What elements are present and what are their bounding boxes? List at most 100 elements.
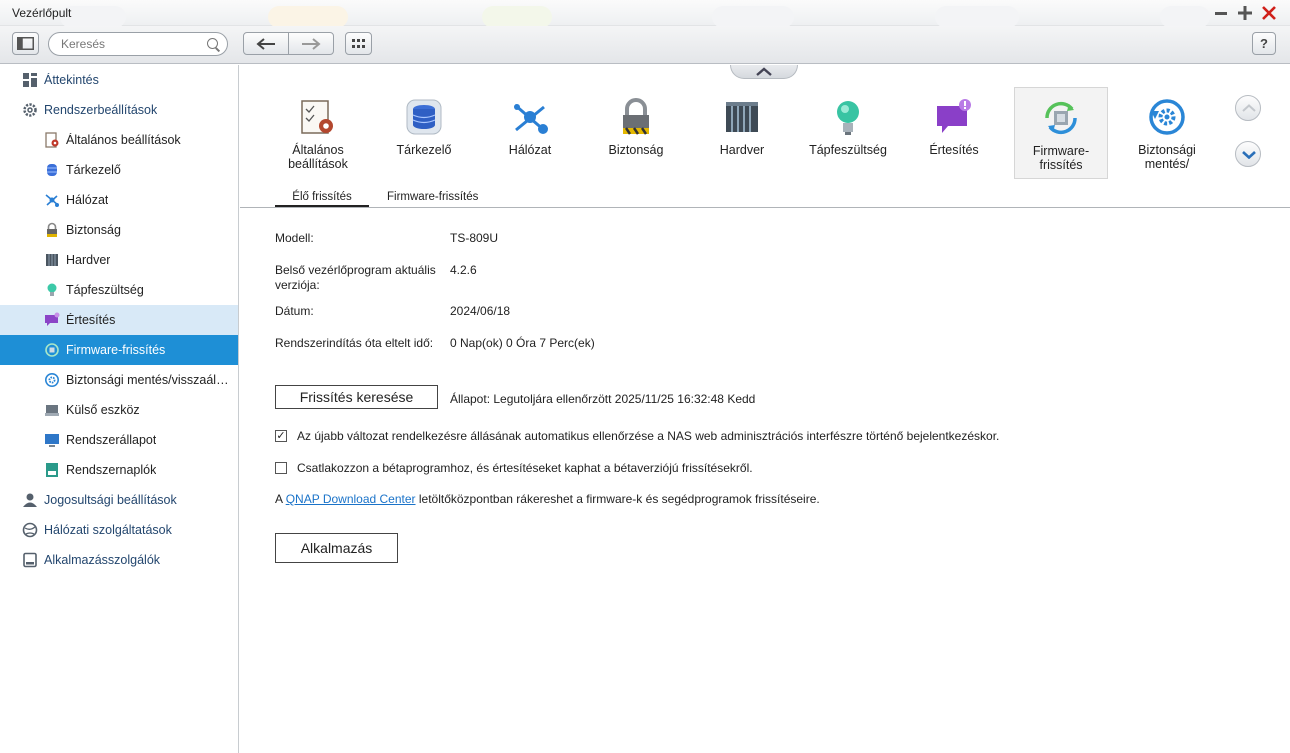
subtab-bar: Élő frissítés Firmware-frissítés [240, 185, 1290, 208]
sidebar-item-firmware-update[interactable]: Firmware-frissítés [0, 335, 238, 365]
window-title: Vezérlőpult [12, 6, 72, 20]
lightbulb-icon [837, 101, 859, 135]
sidebar-item-power[interactable]: Tápfeszültség [0, 275, 238, 305]
download-center-note: A QNAP Download Center letöltőközpontban… [275, 492, 820, 506]
sidebar: Áttekintés Rendszerbeállítások Általános… [0, 65, 239, 753]
close-button[interactable] [1259, 3, 1279, 23]
title-bar: Vezérlőpult [0, 0, 1290, 28]
help-button[interactable]: ? [1252, 32, 1276, 55]
sidebar-item-storage-manager[interactable]: Tárkezelő [0, 155, 238, 185]
chevron-down-icon [1242, 151, 1256, 159]
model-value: TS-809U [450, 231, 499, 245]
scroll-down-button[interactable] [1235, 141, 1261, 167]
sidebar-item-application-servers[interactable]: Alkalmazásszolgálók [0, 545, 238, 575]
grid-icon [352, 39, 365, 48]
auto-check-checkbox[interactable]: ✓ [275, 430, 287, 442]
globe-icon [22, 522, 38, 538]
icon-notification[interactable]: Értesítés [907, 87, 1001, 179]
checkmark-icon: ✓ [276, 430, 286, 442]
external-device-icon [45, 405, 59, 416]
sidebar-item-network-services[interactable]: Hálózati szolgáltatások [0, 515, 238, 545]
beta-program-checkbox[interactable] [275, 462, 287, 474]
lightbulb-icon [47, 283, 57, 296]
plus-icon [1238, 6, 1252, 20]
icon-power[interactable]: Tápfeszültség [801, 87, 895, 179]
background-decoration [268, 6, 348, 28]
backup-restore-icon [1149, 99, 1185, 135]
back-button[interactable] [243, 32, 289, 55]
sidebar-item-system-settings[interactable]: Rendszerbeállítások [0, 95, 238, 125]
forward-button[interactable] [288, 32, 334, 55]
sidebar-item-notification[interactable]: Értesítés [0, 305, 238, 335]
sidebar-item-overview[interactable]: Áttekintés [0, 65, 238, 95]
sidebar-item-system-status[interactable]: Rendszerállapot [0, 425, 238, 455]
hardware-icon [46, 254, 58, 266]
icon-network[interactable]: Hálózat [483, 87, 577, 179]
toggle-sidebar-button[interactable] [12, 32, 39, 55]
auto-check-label: Az újabb változat rendelkezésre állásána… [297, 429, 1000, 443]
search-icon[interactable] [207, 38, 218, 49]
firmware-version-label: Belső vezérlőprogram aktuális verziója: [275, 263, 436, 292]
arrow-right-icon [302, 37, 321, 50]
firmware-update-icon [1045, 101, 1077, 135]
check-update-button[interactable]: Frissítés keresése [275, 385, 438, 409]
clipboard-gear-icon [45, 132, 59, 148]
icon-general-settings[interactable]: Általános beállítások [271, 87, 365, 179]
icon-backup-restore[interactable]: Biztonsági mentés/ [1120, 87, 1214, 179]
sidebar-item-network[interactable]: Hálózat [0, 185, 238, 215]
sidebar-item-external-device[interactable]: Külső eszköz [0, 395, 238, 425]
lock-icon [623, 98, 649, 135]
icon-storage-manager[interactable]: Tárkezelő [377, 87, 471, 179]
notification-icon [937, 99, 971, 133]
clipboard-gear-icon [301, 100, 333, 134]
tab-live-update[interactable]: Élő frissítés [275, 191, 369, 207]
sidebar-item-system-logs[interactable]: Rendszernaplók [0, 455, 238, 485]
toolbar: ? [0, 26, 1290, 64]
database-icon [47, 164, 57, 176]
tab-firmware-update[interactable]: Firmware-frissítés [387, 191, 478, 203]
beta-program-label: Csatlakozzon a bétaprogramhoz, és értesí… [297, 461, 753, 475]
help-icon: ? [1260, 36, 1268, 51]
log-icon [46, 463, 58, 477]
monitor-icon [45, 434, 59, 447]
network-icon [514, 103, 548, 134]
icon-hardware[interactable]: Hardver [695, 87, 789, 179]
sidebar-layout-icon [17, 37, 34, 50]
maximize-button[interactable] [1235, 3, 1255, 23]
uptime-label: Rendszerindítás óta eltelt idő: [275, 336, 434, 350]
scroll-up-button[interactable] [1235, 95, 1261, 121]
search-input[interactable] [61, 37, 201, 51]
user-icon [23, 493, 37, 507]
collapse-icons-button[interactable] [730, 65, 798, 79]
minimize-button[interactable] [1211, 3, 1231, 23]
database-icon [406, 99, 442, 135]
uptime-value: 0 Nap(ok) 0 Óra 7 Perc(ek) [450, 336, 595, 350]
apply-button[interactable]: Alkalmazás [275, 533, 398, 563]
hardware-icon [726, 102, 758, 132]
lock-icon [47, 222, 57, 237]
sidebar-item-general-settings[interactable]: Általános beállítások [0, 125, 238, 155]
background-decoration [935, 6, 1019, 28]
close-icon [1262, 6, 1276, 20]
apps-grid-button[interactable] [345, 32, 372, 55]
download-center-link[interactable]: QNAP Download Center [286, 492, 416, 506]
main-panel: Általános beállítások Tárkezelő Hálózat B… [240, 65, 1290, 753]
sidebar-item-security[interactable]: Biztonság [0, 215, 238, 245]
search-box[interactable] [48, 32, 228, 56]
icon-security[interactable]: Biztonság [589, 87, 683, 179]
arrow-left-icon [256, 37, 275, 50]
network-icon [45, 194, 59, 207]
chevron-up-icon [1242, 104, 1256, 112]
background-decoration [482, 6, 552, 28]
sidebar-item-hardware[interactable]: Hardver [0, 245, 238, 275]
gear-icon [23, 103, 37, 117]
sidebar-item-privilege-settings[interactable]: Jogosultsági beállítások [0, 485, 238, 515]
firmware-update-icon [45, 343, 59, 357]
model-label: Modell: [275, 231, 314, 245]
background-decoration [712, 6, 794, 28]
icon-firmware-update[interactable]: Firmware-frissítés [1014, 87, 1108, 179]
backup-restore-icon [45, 373, 59, 387]
sidebar-item-backup-restore[interactable]: Biztonsági mentés/visszaállítás [0, 365, 238, 395]
application-server-icon [23, 552, 37, 568]
minimize-icon [1215, 12, 1227, 15]
